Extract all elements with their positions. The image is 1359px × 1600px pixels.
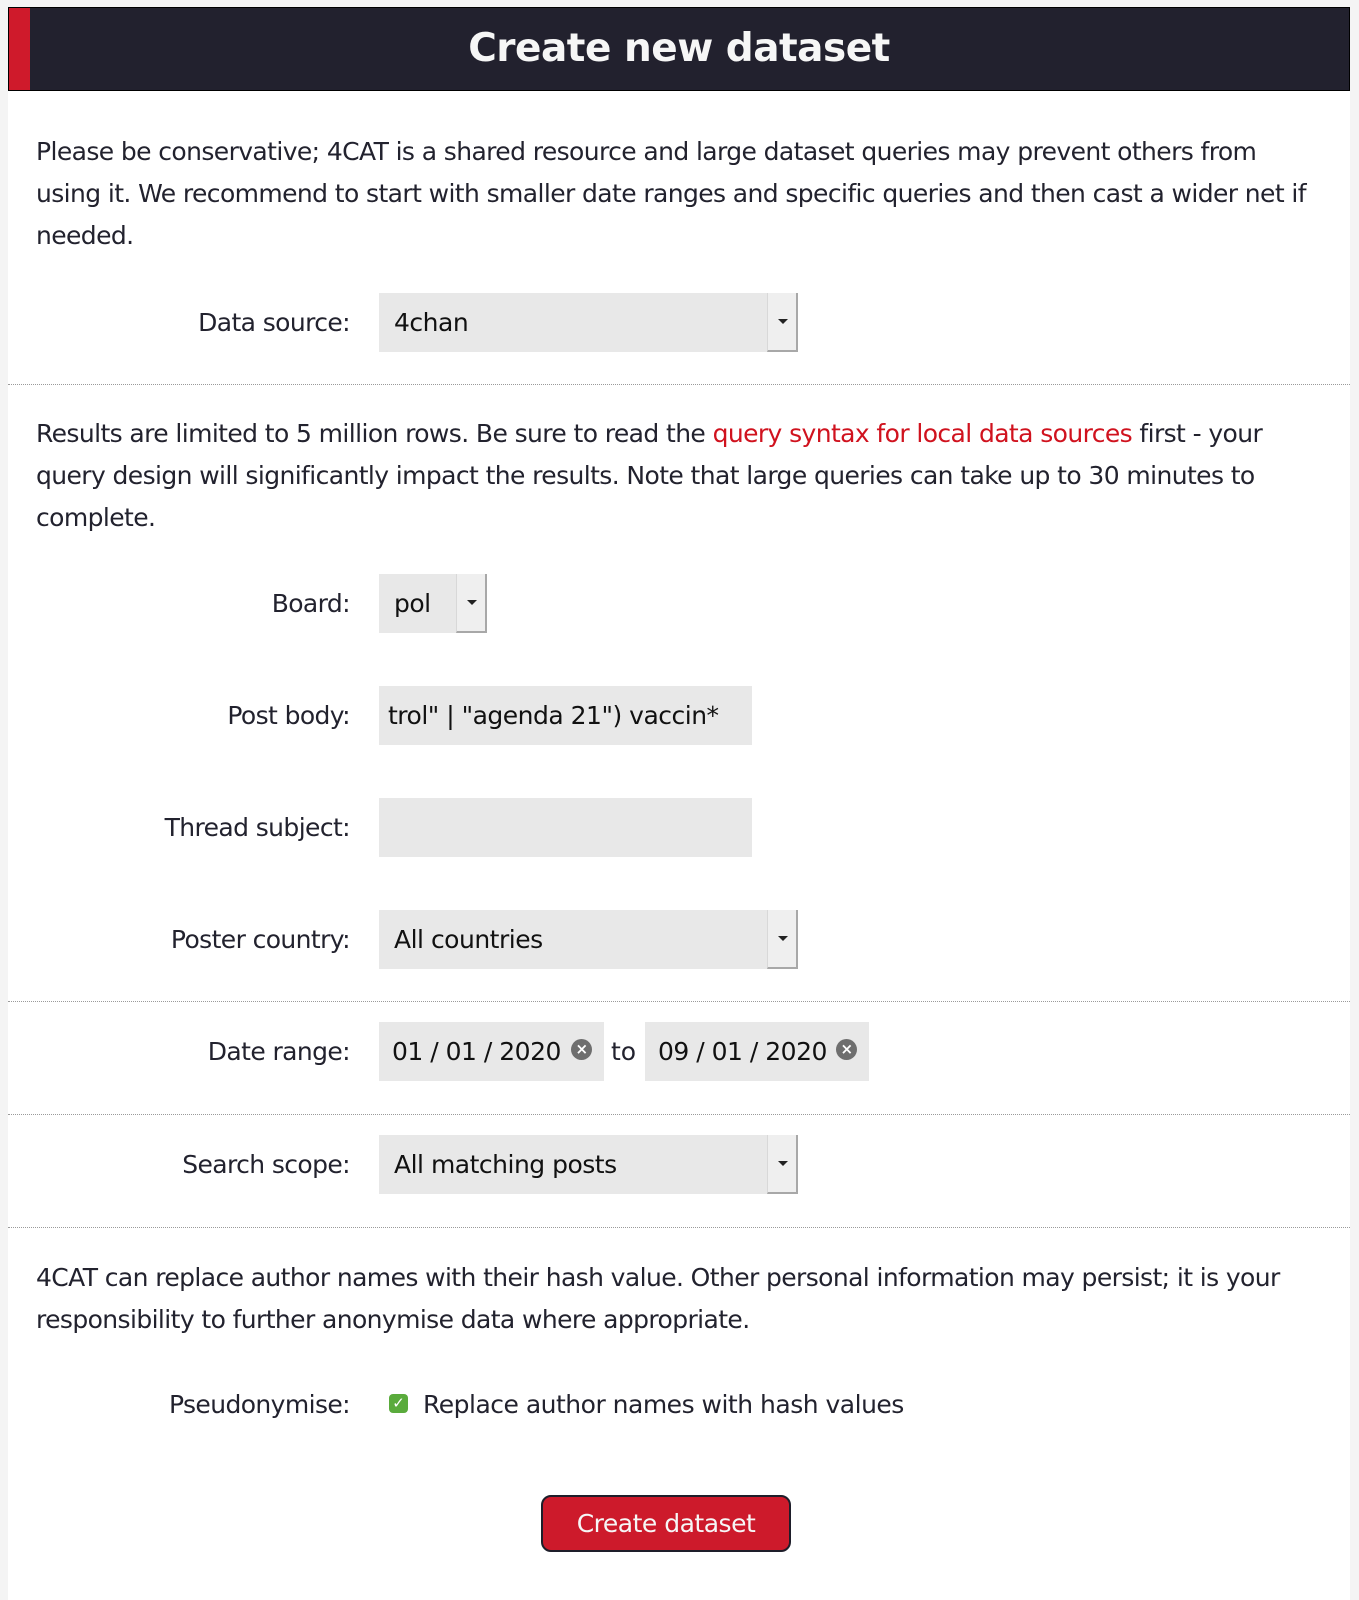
section-divider bbox=[8, 384, 1350, 385]
chevron-down-icon[interactable] bbox=[767, 910, 798, 969]
data-source-select[interactable]: 4chan bbox=[379, 293, 798, 352]
thread-subject-label: Thread subject: bbox=[164, 813, 351, 842]
section-divider bbox=[8, 1001, 1350, 1002]
poster-country-select[interactable]: All countries bbox=[379, 910, 798, 969]
post-body-input[interactable]: trol" | "agenda 21") vaccin* bbox=[379, 686, 752, 745]
board-select[interactable]: pol bbox=[379, 574, 487, 633]
poster-country-label: Poster country: bbox=[170, 925, 351, 954]
pseudonymise-checkbox[interactable]: ✓ bbox=[389, 1394, 408, 1413]
create-dataset-button[interactable]: Create dataset bbox=[541, 1495, 791, 1552]
search-scope-value: All matching posts bbox=[394, 1150, 617, 1179]
pseudonymise-note: 4CAT can replace author names with their… bbox=[36, 1263, 1280, 1334]
results-note: Results are limited to 5 million rows. B… bbox=[36, 413, 1326, 539]
section-divider bbox=[8, 1227, 1350, 1228]
pseudonymise-row: Pseudonymise: ✓ Replace author names wit… bbox=[8, 1375, 1350, 1435]
date-to-value: 09 / 01 / 2020 bbox=[658, 1037, 827, 1066]
pseudonymise-checkbox-label[interactable]: Replace author names with hash values bbox=[423, 1375, 904, 1435]
post-body-row: Post body: trol" | "agenda 21") vaccin* bbox=[8, 686, 1350, 746]
query-syntax-link[interactable]: query syntax for local data sources bbox=[713, 419, 1133, 448]
search-scope-select[interactable]: All matching posts bbox=[379, 1135, 798, 1194]
data-source-value: 4chan bbox=[394, 308, 469, 337]
date-range-separator: to bbox=[611, 1037, 637, 1066]
board-label: Board: bbox=[271, 589, 351, 618]
poster-country-value: All countries bbox=[394, 925, 543, 954]
date-range-row: Date range: 01 / 01 / 2020 × to 09 / 01 … bbox=[8, 1022, 1350, 1082]
search-scope-row: Search scope: All matching posts bbox=[8, 1135, 1350, 1195]
date-from-input[interactable]: 01 / 01 / 2020 × bbox=[379, 1022, 604, 1081]
page-title: Create new dataset bbox=[468, 26, 890, 71]
create-dataset-panel: Create new dataset Please be conservativ… bbox=[8, 7, 1350, 1600]
date-from-value: 01 / 01 / 2020 bbox=[392, 1037, 561, 1066]
board-row: Board: pol bbox=[8, 574, 1350, 634]
data-source-label: Data source: bbox=[198, 308, 350, 337]
search-scope-label: Search scope: bbox=[182, 1150, 350, 1179]
thread-subject-row: Thread subject: bbox=[8, 798, 1350, 858]
poster-country-row: Poster country: All countries bbox=[8, 910, 1350, 970]
data-source-row: Data source: 4chan bbox=[8, 293, 1350, 353]
chevron-down-icon[interactable] bbox=[456, 574, 487, 633]
results-note-text: Results are limited to 5 million rows. B… bbox=[36, 419, 713, 448]
panel-header: Create new dataset bbox=[8, 7, 1350, 91]
post-body-label: Post body: bbox=[227, 701, 350, 730]
thread-subject-input[interactable] bbox=[379, 798, 752, 857]
date-range-label: Date range: bbox=[207, 1037, 351, 1066]
chevron-down-icon[interactable] bbox=[767, 1135, 798, 1194]
chevron-down-icon[interactable] bbox=[767, 293, 798, 352]
clear-icon[interactable]: × bbox=[836, 1039, 857, 1060]
pseudonymise-label: Pseudonymise: bbox=[168, 1390, 351, 1419]
clear-icon[interactable]: × bbox=[571, 1039, 592, 1060]
intro-text: Please be conservative; 4CAT is a shared… bbox=[36, 137, 1307, 250]
board-value: pol bbox=[394, 589, 431, 618]
section-divider bbox=[8, 1114, 1350, 1115]
date-to-input[interactable]: 09 / 01 / 2020 × bbox=[645, 1022, 869, 1081]
